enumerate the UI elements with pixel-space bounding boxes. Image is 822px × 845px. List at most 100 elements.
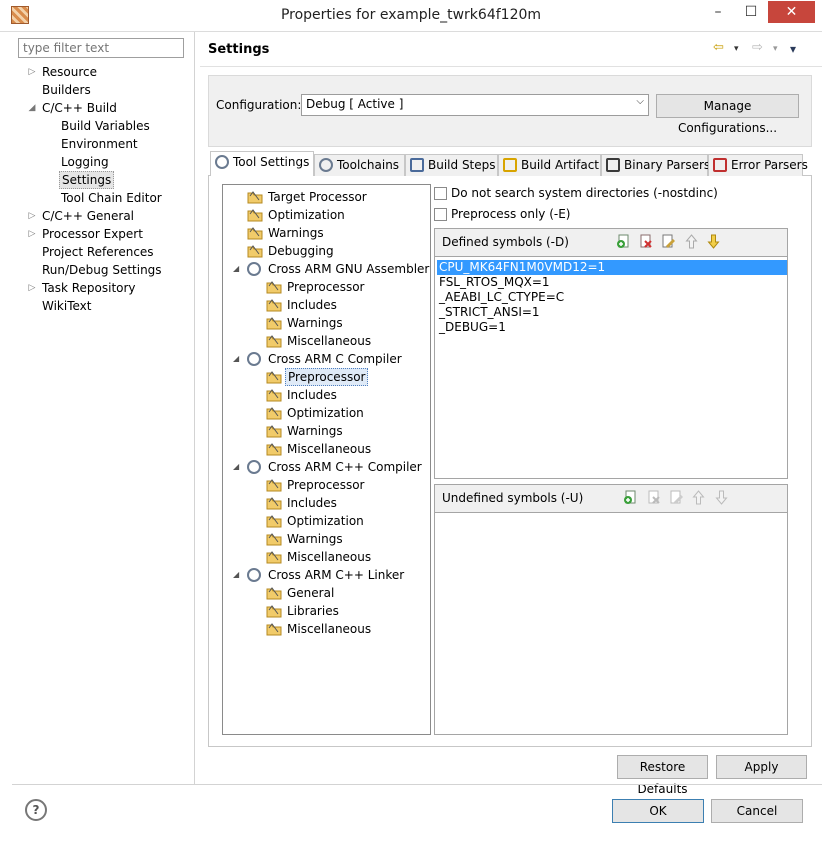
tab-label: Tool Settings	[233, 155, 310, 169]
back-arrow-icon[interactable]: ⇦	[713, 40, 724, 55]
tab-binary-parsers[interactable]: Binary Parsers	[601, 154, 711, 176]
close-button[interactable]: ✕	[768, 1, 815, 23]
forward-menu-icon[interactable]: ▾	[773, 44, 778, 54]
expand-arrow-icon[interactable]: ▷	[26, 207, 38, 225]
move-up-icon[interactable]	[691, 490, 706, 505]
nav-item[interactable]: Logging	[12, 153, 192, 171]
nav-item[interactable]: ▷ Resource	[12, 63, 192, 81]
nav-item[interactable]: Run/Debug Settings	[12, 261, 192, 279]
list-item[interactable]: CPU_MK64FN1M0VMD12=1	[437, 260, 787, 275]
nav-item[interactable]: Project References	[12, 243, 192, 261]
tab-tool-settings[interactable]: Tool Settings	[210, 151, 314, 176]
list-item[interactable]: _AEABI_LC_CTYPE=C	[437, 290, 566, 305]
tree-item[interactable]: Miscellaneous	[223, 332, 428, 350]
nav-item[interactable]: Settings	[12, 171, 192, 189]
manage-configurations-button[interactable]: Manage Configurations...	[656, 94, 799, 135]
apply-button[interactable]: Apply	[716, 755, 807, 779]
tree-item-label: Preprocessor	[287, 280, 365, 294]
add-icon[interactable]	[616, 234, 631, 249]
tree-item[interactable]: General	[223, 584, 428, 602]
maximize-button[interactable]: ☐	[736, 1, 766, 23]
tab-build-steps[interactable]: Build Steps	[405, 154, 498, 176]
expand-arrow-icon[interactable]: ▷	[26, 225, 38, 243]
tree-item[interactable]: Includes	[223, 386, 428, 404]
tab-label: Binary Parsers	[624, 158, 711, 172]
ok-button[interactable]: OK	[612, 799, 704, 823]
tree-item-label: Libraries	[287, 604, 339, 618]
collapse-arrow-icon[interactable]: ◢	[233, 350, 243, 368]
minimize-button[interactable]: –	[703, 1, 733, 23]
expand-arrow-icon[interactable]: ▷	[26, 279, 38, 297]
tree-item[interactable]: Warnings	[223, 224, 428, 242]
tree-item[interactable]: Target Processor	[223, 188, 428, 206]
tree-item[interactable]: Optimization	[223, 512, 428, 530]
tree-item[interactable]: Preprocessor	[223, 278, 428, 296]
tree-item[interactable]: Optimization	[223, 206, 428, 224]
tree-item[interactable]: ◢ Cross ARM C Compiler	[223, 350, 428, 368]
configuration-select[interactable]: Debug [ Active ] ⌵	[301, 94, 649, 116]
collapse-arrow-icon[interactable]: ◢	[233, 458, 243, 476]
preprocess-only-checkbox[interactable]	[434, 208, 447, 221]
tool-gear-icon	[247, 262, 261, 276]
edit-icon[interactable]	[669, 490, 684, 505]
restore-defaults-button[interactable]: Restore Defaults	[617, 755, 708, 796]
tree-item[interactable]: ◢ Cross ARM GNU Assembler	[223, 260, 429, 278]
delete-icon[interactable]	[646, 490, 661, 505]
nostdinc-checkbox[interactable]	[434, 187, 447, 200]
tree-item[interactable]: Preprocessor	[223, 476, 428, 494]
tree-item[interactable]: Libraries	[223, 602, 428, 620]
tree-item[interactable]: Miscellaneous	[223, 548, 428, 566]
nav-item[interactable]: WikiText	[12, 297, 192, 315]
tree-item[interactable]: ◢ Cross ARM C++ Compiler	[223, 458, 428, 476]
tab-error-parsers[interactable]: Error Parsers	[708, 154, 808, 176]
filter-input[interactable]	[18, 38, 184, 58]
list-item[interactable]: _STRICT_ANSI=1	[437, 305, 542, 320]
nav-item-label: Environment	[61, 137, 138, 151]
configuration-value: Debug [ Active ]	[306, 97, 404, 111]
expand-arrow-icon[interactable]: ▷	[26, 63, 38, 81]
tree-item-label: Warnings	[268, 226, 324, 240]
tree-item[interactable]: ◢ Cross ARM C++ Linker	[223, 566, 428, 584]
back-menu-icon[interactable]: ▾	[734, 44, 739, 54]
collapse-arrow-icon[interactable]: ◢	[233, 566, 243, 584]
tab-build-artifact[interactable]: Build Artifact	[498, 154, 601, 176]
nav-item[interactable]: ▷ C/C++ General	[12, 207, 192, 225]
help-icon[interactable]: ?	[25, 799, 47, 821]
edit-icon[interactable]	[661, 234, 676, 249]
list-item[interactable]: FSL_RTOS_MQX=1	[437, 275, 552, 290]
add-icon[interactable]	[623, 490, 638, 505]
collapse-arrow-icon[interactable]: ◢	[26, 99, 38, 117]
nav-item-label: Logging	[61, 155, 109, 169]
nav-item[interactable]: Build Variables	[12, 117, 192, 135]
tree-item[interactable]: Warnings	[223, 530, 428, 548]
move-down-icon[interactable]	[706, 234, 721, 249]
nav-item[interactable]: ◢ C/C++ Build	[12, 99, 192, 117]
nav-item[interactable]: ▷ Processor Expert	[12, 225, 192, 243]
tree-item[interactable]: Warnings	[223, 422, 428, 440]
view-menu-icon[interactable]: ▾	[790, 42, 796, 56]
tab-toolchains[interactable]: Toolchains	[314, 154, 405, 176]
list-item[interactable]: _DEBUG=1	[437, 320, 508, 335]
move-up-icon[interactable]	[684, 234, 699, 249]
tool-settings-tree[interactable]: Target Processor Optimization Warnings Debu…	[222, 184, 431, 735]
tree-item[interactable]: Preprocessor	[223, 368, 428, 386]
cancel-button[interactable]: Cancel	[711, 799, 803, 823]
tree-item[interactable]: Miscellaneous	[223, 440, 428, 458]
forward-arrow-icon[interactable]: ⇨	[752, 40, 763, 55]
tree-item[interactable]: Optimization	[223, 404, 428, 422]
tree-item[interactable]: Includes	[223, 494, 428, 512]
tree-item[interactable]: Debugging	[223, 242, 428, 260]
collapse-arrow-icon[interactable]: ◢	[233, 260, 243, 278]
tree-item[interactable]: Miscellaneous	[223, 620, 428, 638]
nav-item[interactable]: ▷ Task Repository	[12, 279, 192, 297]
move-down-icon[interactable]	[714, 490, 729, 505]
tree-item-label: Warnings	[287, 316, 343, 330]
delete-icon[interactable]	[638, 234, 653, 249]
nav-item[interactable]: Builders	[12, 81, 192, 99]
nav-item[interactable]: Environment	[12, 135, 192, 153]
nav-item[interactable]: Tool Chain Editor	[12, 189, 192, 207]
tree-item[interactable]: Warnings	[223, 314, 428, 332]
tree-item[interactable]: Includes	[223, 296, 428, 314]
